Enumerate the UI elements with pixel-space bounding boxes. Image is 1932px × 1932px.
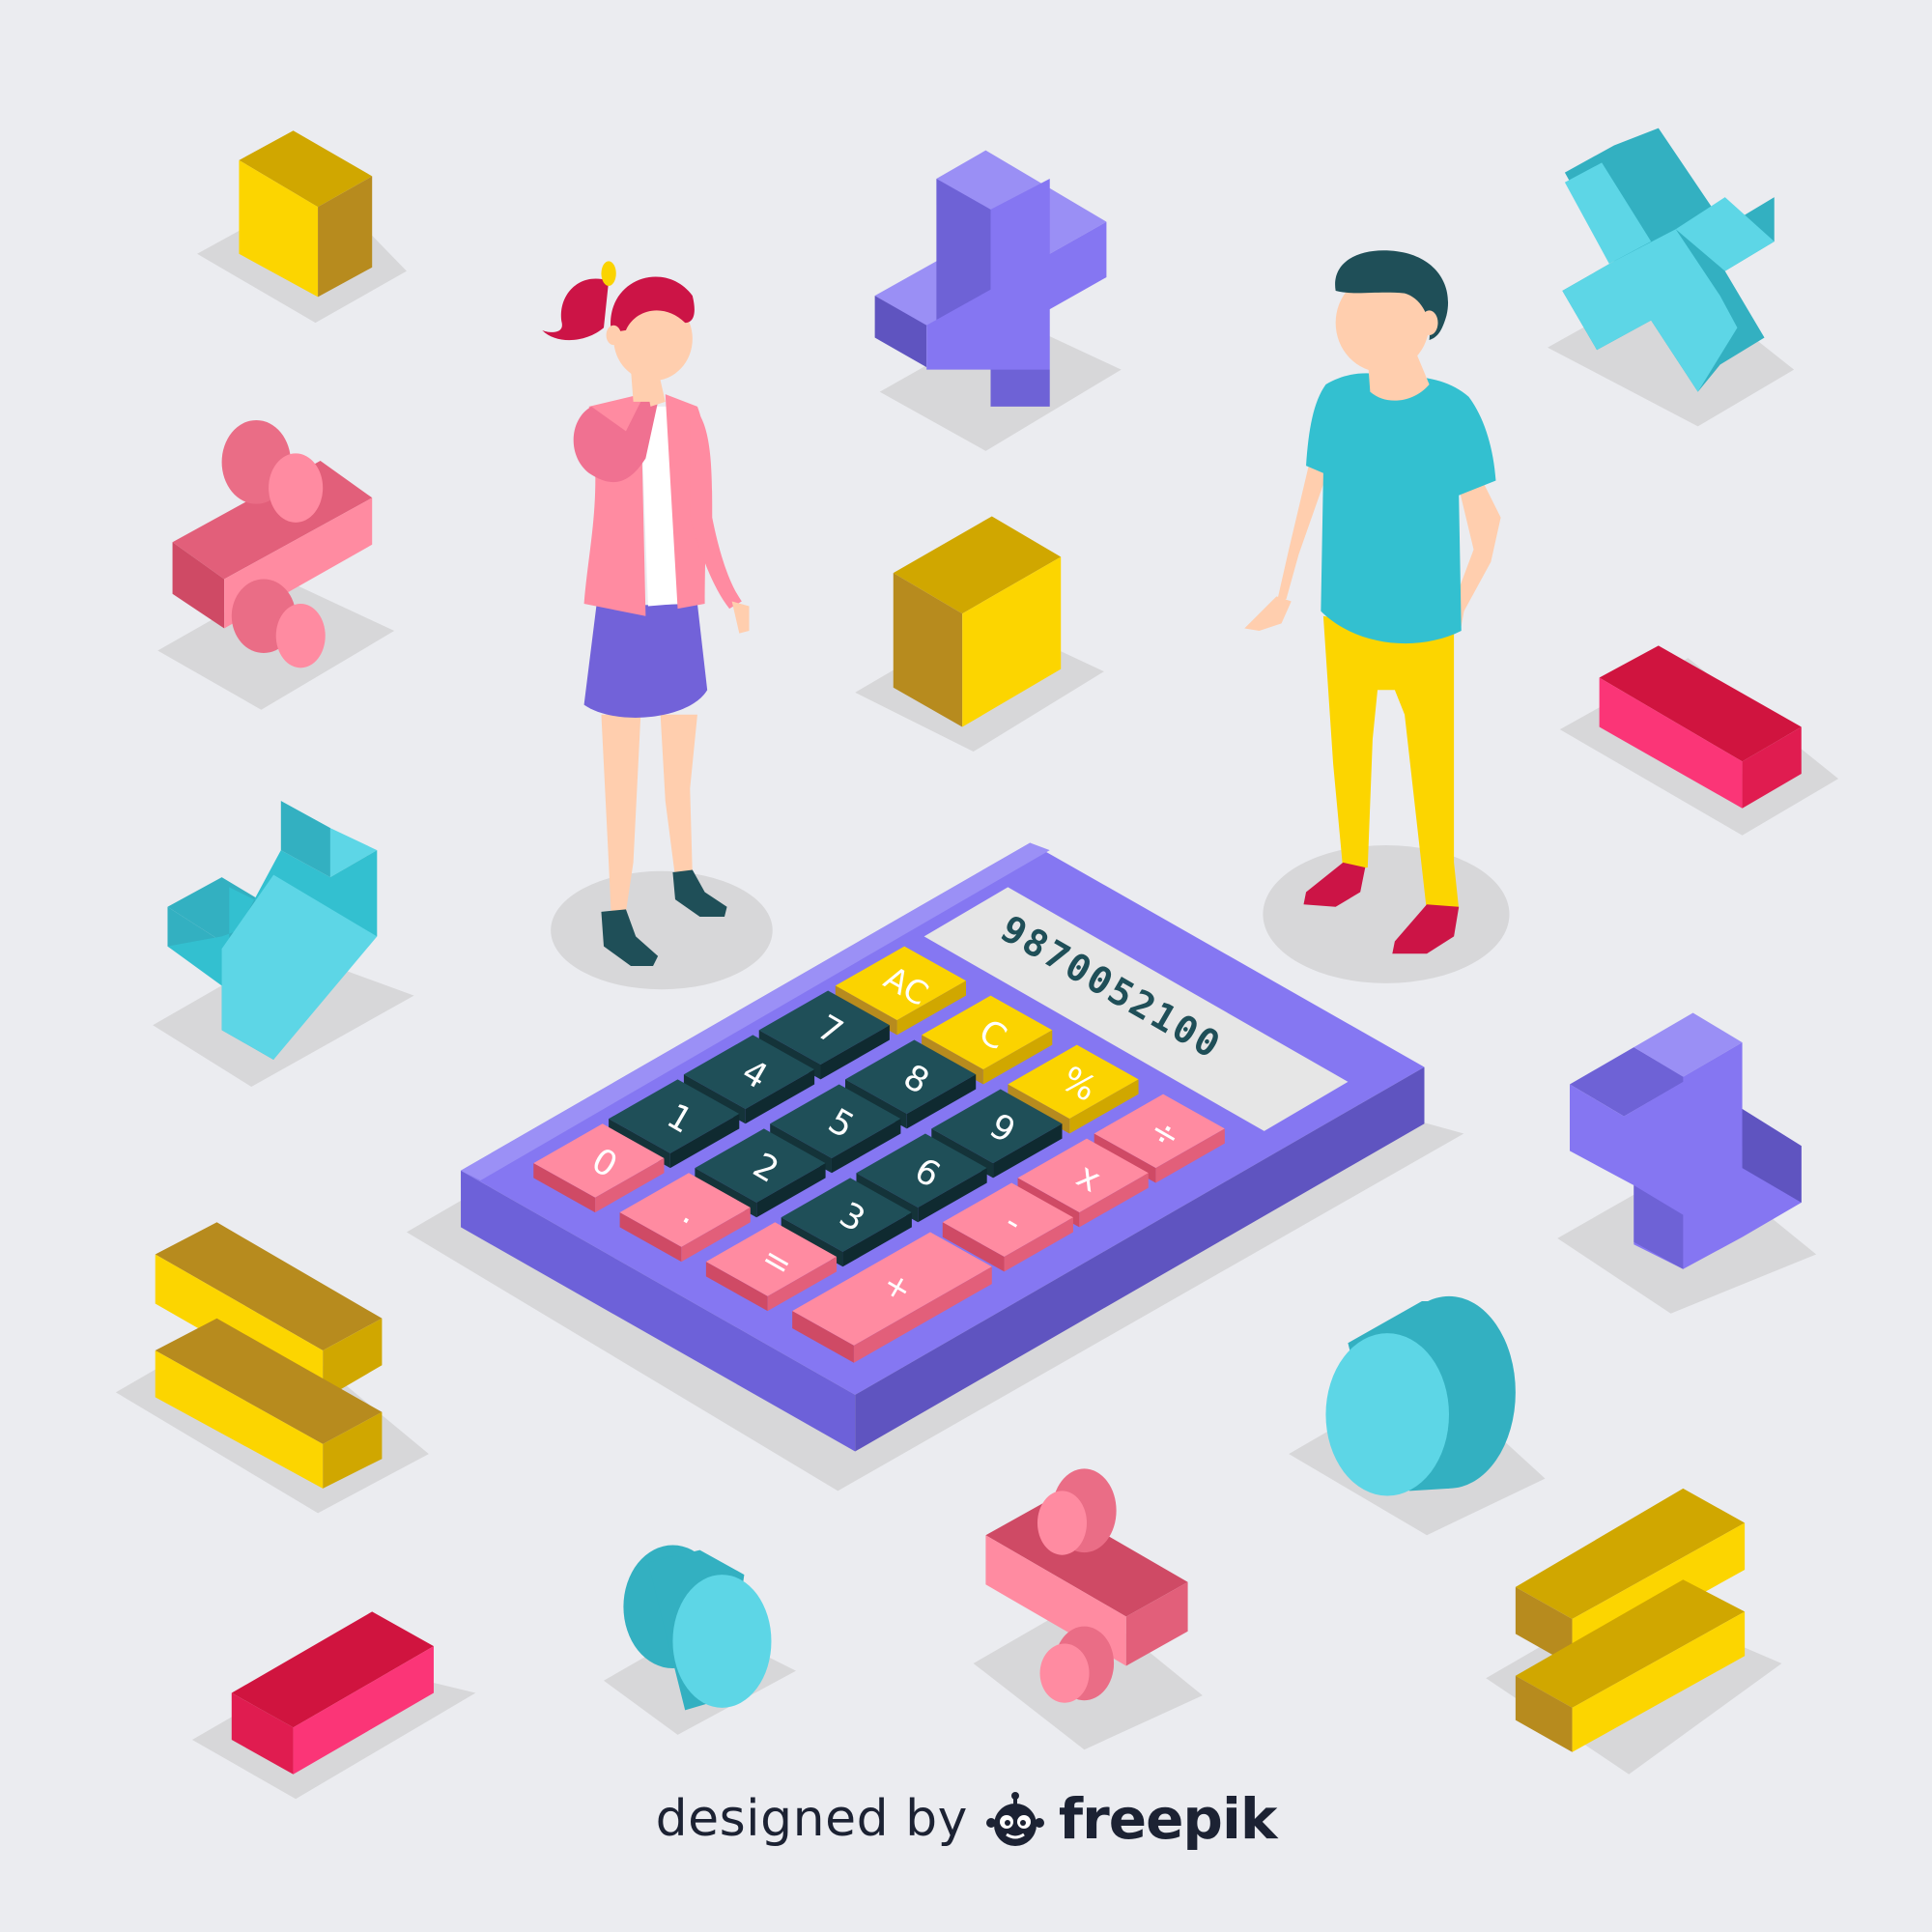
credit-brand[interactable]: freepik xyxy=(1059,1786,1277,1852)
illustration-scene: 9870052100 AC C % ÷ 7 8 9 x 4 5 6 - 1 2 … xyxy=(115,128,1839,1800)
freepik-robot-logo-icon[interactable] xyxy=(985,1790,1045,1848)
cylinder-cyan-right xyxy=(1325,1295,1516,1496)
equals-sign-yellow-left xyxy=(155,1222,383,1489)
woman-figure xyxy=(542,261,750,966)
minus-sign-red-right xyxy=(1599,645,1802,809)
minus-sign-red-bottom xyxy=(231,1611,434,1775)
credit-prefix: designed by xyxy=(655,1790,968,1848)
credit-line: designed by freepik xyxy=(0,1776,1932,1862)
